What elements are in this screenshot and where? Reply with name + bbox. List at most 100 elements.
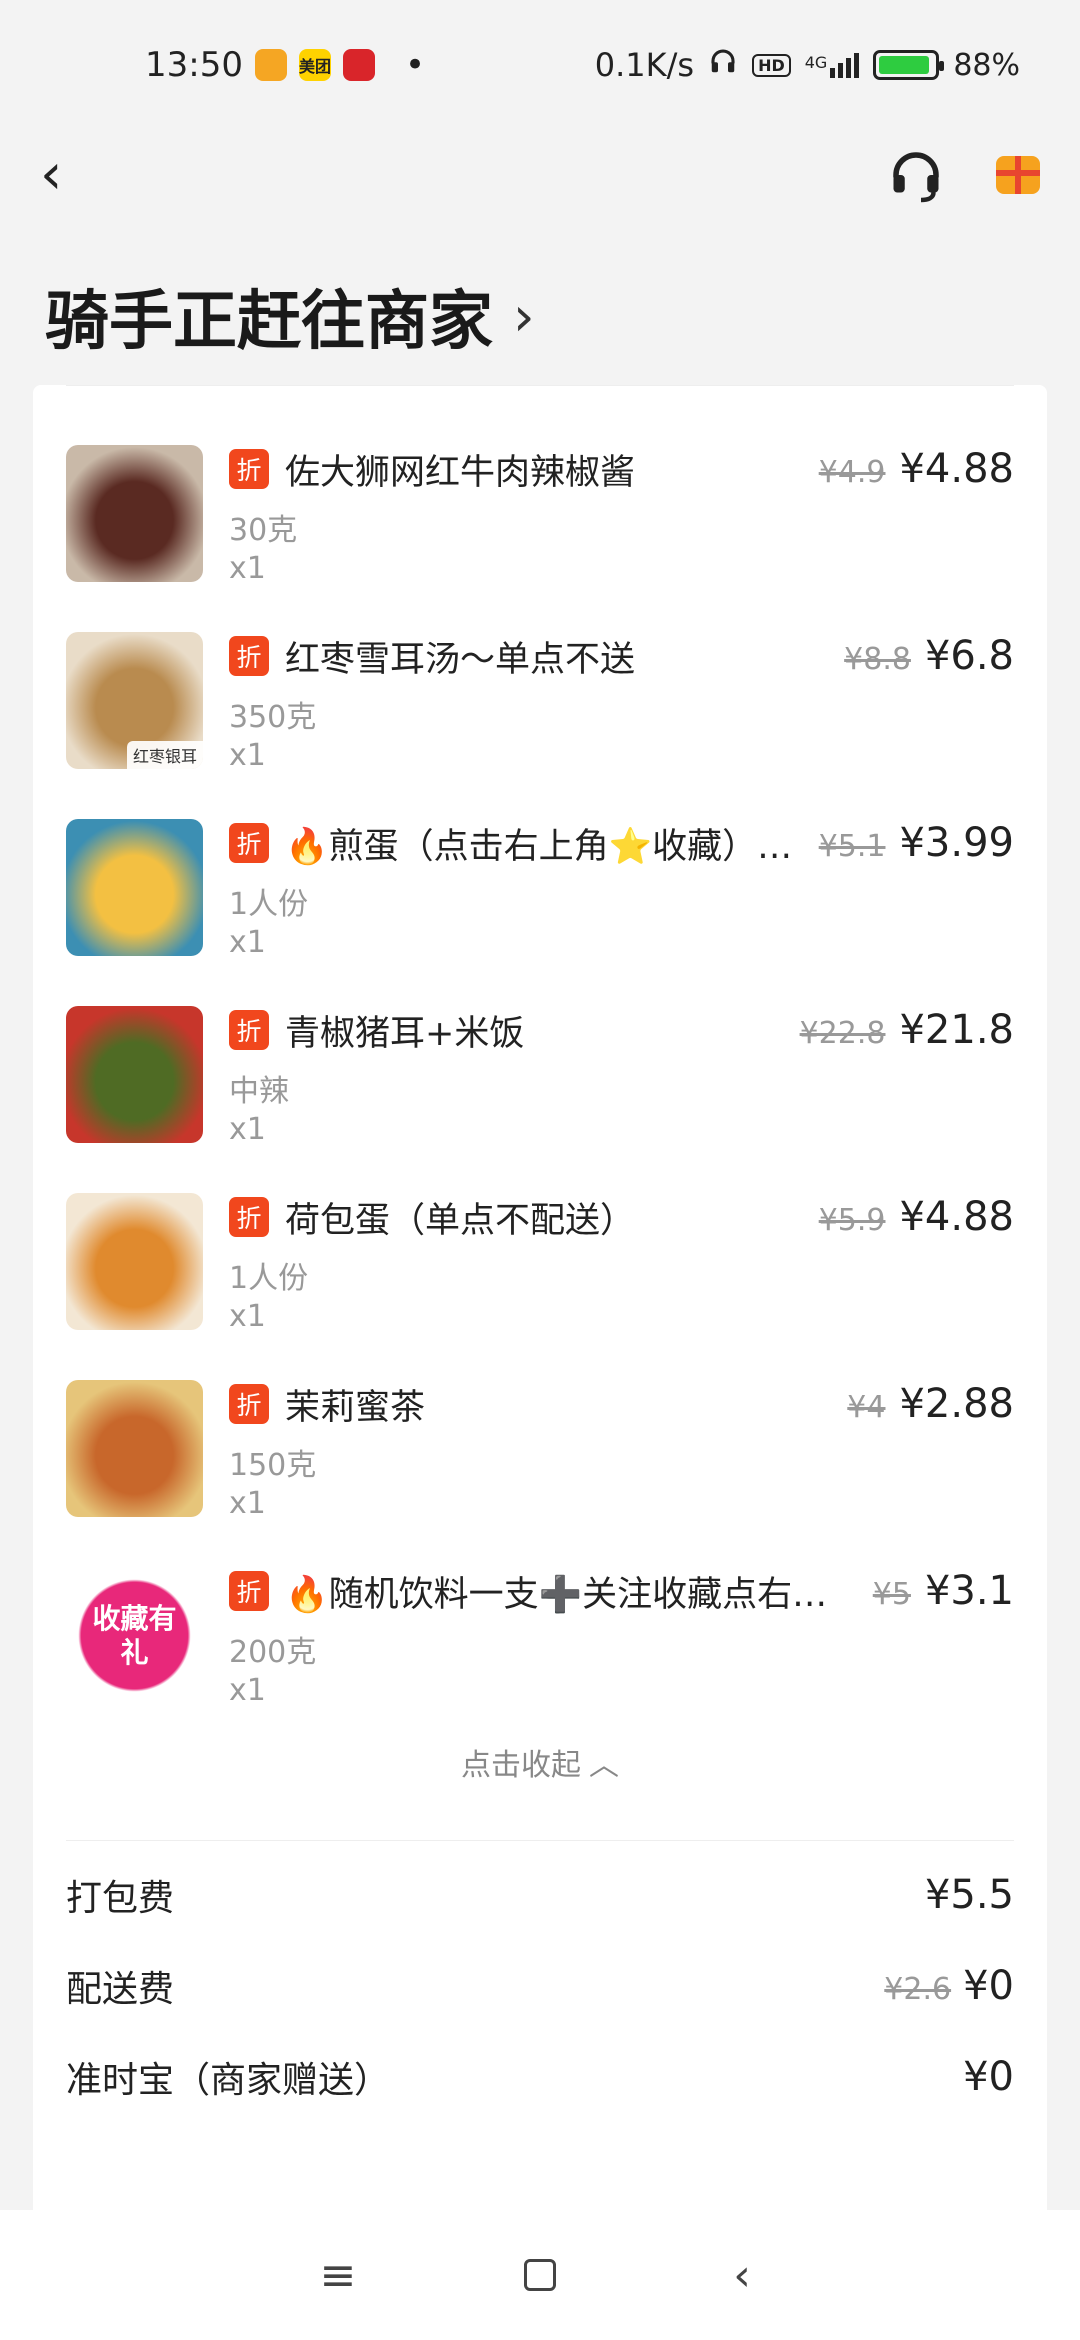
order-status-title[interactable]: 骑手正赶往商家 › [45,270,535,362]
notification-dot: • [404,45,426,85]
item-info: 折 茉莉蜜茶 ¥4 ¥2.88 150克 x1 [229,1378,1014,1521]
item-spec: 1人份 [229,1261,309,1296]
order-item[interactable]: 折 茉莉蜜茶 ¥4 ¥2.88 150克 x1 [66,1378,1014,1565]
collapse-label: 点击收起 [461,1748,581,1783]
item-quantity: x1 [229,1486,266,1521]
item-price: ¥3.1 [924,1568,1014,1614]
item-name: 🔥煎蛋（点击右上角⭐收藏）（… [285,826,805,867]
home-icon[interactable] [524,2259,556,2291]
menu-icon[interactable]: ≡ [308,2250,368,2301]
item-name: 佐大狮网红牛肉辣椒酱 [285,452,636,493]
status-time: 13:50 [145,45,243,85]
original-price: ¥4 [847,1390,886,1425]
product-image [66,1006,203,1143]
item-spec: 350克 [229,700,317,735]
chevron-right-icon: › [513,284,535,348]
item-quantity: x1 [229,1112,266,1147]
discount-badge: 折 [229,1571,269,1611]
order-card: 折 佐大狮网红牛肉辣椒酱 ¥4.9 ¥4.88 30克 x1 红枣银耳 折 红枣… [33,385,1047,2245]
order-item[interactable]: 折 🔥煎蛋（点击右上角⭐收藏）（… ¥5.1 ¥3.99 1人份 x1 [66,817,1014,1004]
product-image [66,1193,203,1330]
fee-value: ¥0 [963,2054,1014,2100]
product-image [66,1380,203,1517]
card-divider [66,385,1014,386]
order-item[interactable]: 折 青椒猪耳+米饭 ¥22.8 ¥21.8 中辣 x1 [66,1004,1014,1191]
item-price: ¥2.88 [899,1381,1014,1427]
fee-value: ¥5.5 [924,1872,1014,1918]
battery-icon [873,50,945,80]
collapse-button[interactable]: 点击收起 ︿ [33,1740,1047,1784]
item-quantity: x1 [229,738,266,773]
back-nav-icon[interactable]: ‹ [712,2250,772,2301]
delivery-fee-row: 配送费 ¥2.6 ¥0 [66,1956,1014,2016]
packing-fee-row: 打包费 ¥5.5 [66,1865,1014,1925]
image-caption: 红枣银耳 [126,741,203,769]
customer-service-icon[interactable] [886,145,946,205]
status-bar: 13:50 美团 • 0.1K/s HD 4G 88% [0,0,1080,130]
item-info: 折 青椒猪耳+米饭 ¥22.8 ¥21.8 中辣 x1 [229,1004,1014,1147]
item-price: ¥21.8 [899,1007,1014,1053]
item-spec: 200克 [229,1635,317,1670]
order-item[interactable]: 折 佐大狮网红牛肉辣椒酱 ¥4.9 ¥4.88 30克 x1 [66,443,1014,630]
original-price: ¥5.1 [818,829,886,864]
headphone-icon [708,46,738,84]
metro-app-icon [342,49,375,81]
item-quantity: x1 [229,551,266,586]
order-item[interactable]: 折 荷包蛋（单点不配送） ¥5.9 ¥4.88 1人份 x1 [66,1191,1014,1378]
item-quantity: x1 [229,1673,266,1708]
item-info: 折 🔥煎蛋（点击右上角⭐收藏）（… ¥5.1 ¥3.99 1人份 x1 [229,817,1014,960]
order-item[interactable]: 收藏有礼 折 🔥随机饮料一支➕关注收藏点右… ¥5 ¥3.1 200克 x1 [66,1565,1014,1752]
item-quantity: x1 [229,925,266,960]
fee-label: 配送费 [66,1969,175,2010]
item-name: 🔥随机饮料一支➕关注收藏点右… [285,1574,828,1615]
hd-icon: HD [752,53,791,77]
item-price: ¥3.99 [899,820,1014,866]
fee-label: 打包费 [66,1878,175,1919]
item-price: ¥4.88 [899,1194,1014,1240]
product-image [66,445,203,582]
discount-badge: 折 [229,1384,269,1424]
page-title: 骑手正赶往商家 [45,285,493,359]
item-price: ¥6.8 [924,633,1014,679]
battery-level: 88% [953,47,1020,83]
image-caption: 收藏有礼 [92,1601,177,1669]
gift-box-icon[interactable] [996,156,1040,194]
item-quantity: x1 [229,1299,266,1334]
discount-badge: 折 [229,636,269,676]
fees-divider [66,1840,1014,1841]
system-nav-bar: ≡ ‹ [0,2210,1080,2340]
discount-badge: 折 [229,1010,269,1050]
fee-original: ¥2.6 [884,1972,952,2007]
meituan-app-icon: 美团 [298,49,331,81]
top-nav: ‹ [0,130,1080,220]
item-name: 茉莉蜜茶 [285,1387,426,1428]
item-info: 折 红枣雪耳汤～单点不送 ¥8.8 ¥6.8 350克 x1 [229,630,1014,773]
on-time-guarantee-row: 准时宝（商家赠送） ¥0 [66,2047,1014,2107]
message-app-icon [254,49,287,81]
item-name: 青椒猪耳+米饭 [285,1013,525,1054]
original-price: ¥5.9 [818,1203,886,1238]
original-price: ¥8.8 [844,642,911,677]
item-spec: 150克 [229,1448,317,1483]
network-type: 4G [804,52,828,72]
original-price: ¥4.9 [818,455,886,490]
item-spec: 中辣 [229,1074,289,1109]
fee-value: ¥0 [963,1963,1014,2009]
chevron-up-icon: ︿ [589,1748,619,1783]
item-info: 折 佐大狮网红牛肉辣椒酱 ¥4.9 ¥4.88 30克 x1 [229,443,1014,586]
order-item[interactable]: 红枣银耳 折 红枣雪耳汤～单点不送 ¥8.8 ¥6.8 350克 x1 [66,630,1014,817]
item-name: 荷包蛋（单点不配送） [285,1200,636,1241]
original-price: ¥22.8 [799,1016,886,1051]
product-image [66,819,203,956]
net-speed: 0.1K/s [594,46,695,84]
product-image: 红枣银耳 [66,632,203,769]
discount-badge: 折 [229,1197,269,1237]
item-spec: 1人份 [229,887,309,922]
fee-label: 准时宝（商家赠送） [66,2060,391,2101]
item-name: 红枣雪耳汤～单点不送 [285,639,636,680]
discount-badge: 折 [229,449,269,489]
signal-icon: 4G [804,52,860,78]
back-icon[interactable]: ‹ [40,147,100,203]
discount-badge: 折 [229,823,269,863]
item-price: ¥4.88 [899,446,1014,492]
